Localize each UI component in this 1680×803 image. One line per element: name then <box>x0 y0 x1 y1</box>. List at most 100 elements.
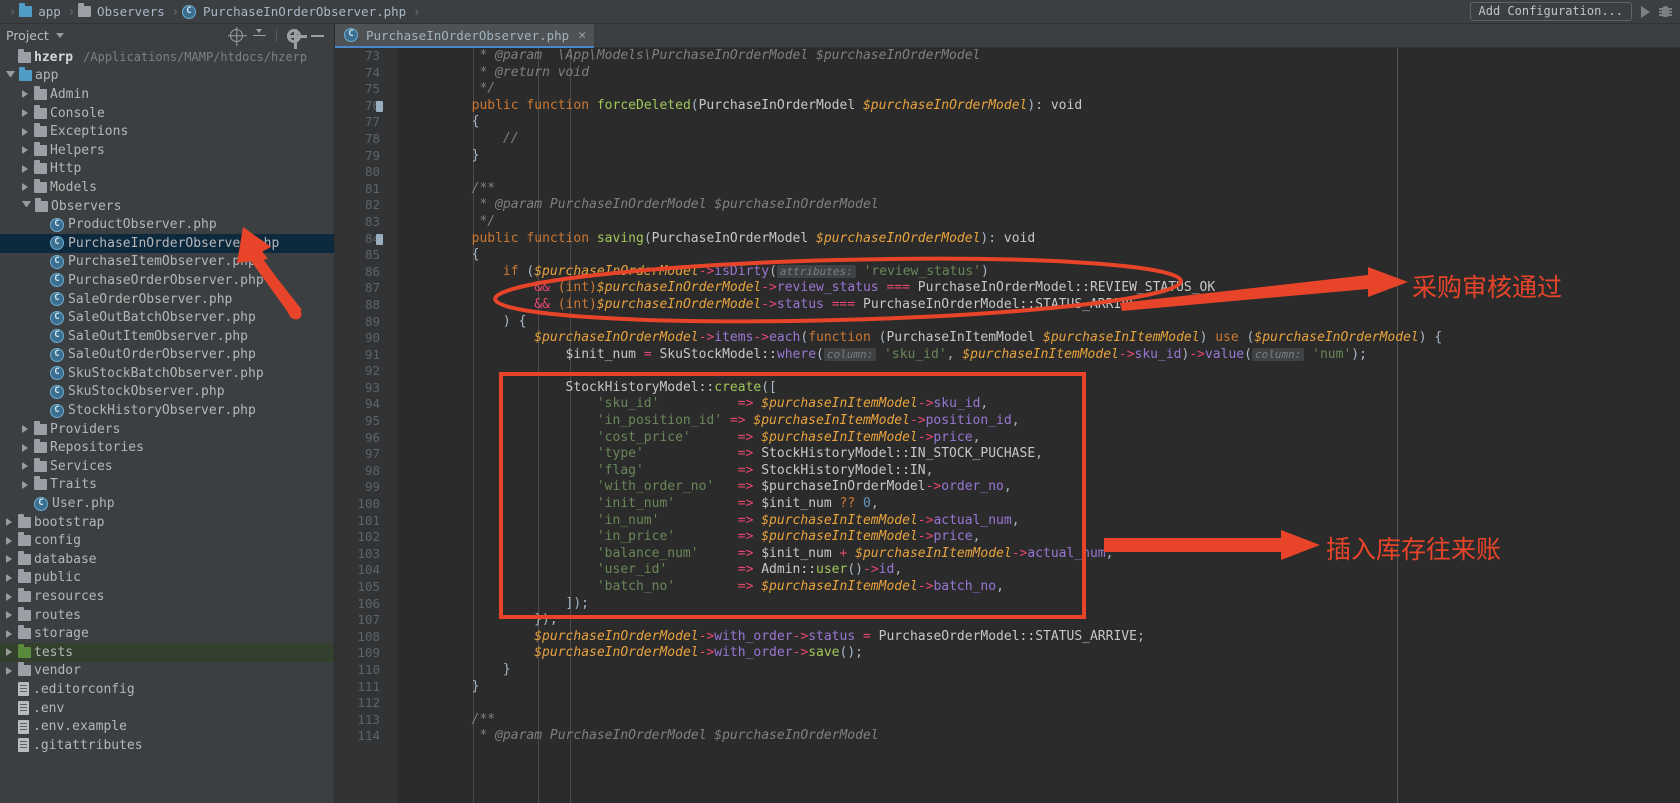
chevron-down-icon[interactable] <box>55 33 64 38</box>
tree-item-saleorderobserver-php[interactable]: C SaleOrderObserver.php <box>0 290 334 309</box>
tree-item-routes[interactable]: routes <box>0 606 334 625</box>
chevron-right-icon[interactable] <box>22 462 28 471</box>
gear-icon[interactable] <box>287 28 307 49</box>
chevron-right-icon[interactable] <box>6 592 12 601</box>
tree-item-purchaseitemobserver-php[interactable]: C PurchaseItemObserver.php <box>0 253 334 272</box>
tree-item-observers[interactable]: Observers <box>0 197 334 216</box>
code-line: 'sku_id' => $purchaseInItemModel->sku_id… <box>596 396 989 412</box>
tree-item-hzerp[interactable]: hzerp/Applications/MAMP/htdocs/hzerp <box>0 48 334 67</box>
chevron-right-icon[interactable] <box>22 146 28 155</box>
breadcrumb-item-file[interactable]: C PurchaseInOrderObserver.php <box>182 4 410 19</box>
tree-item-helpers[interactable]: Helpers <box>0 141 334 160</box>
close-icon[interactable]: ✕ <box>574 28 586 43</box>
tree-item-user-php[interactable]: C User.php <box>0 494 334 513</box>
code-line: && (int)$purchaseInOrderModel->review_st… <box>534 280 1216 296</box>
tree-item-editorconfig[interactable]: .editorconfig <box>0 680 334 699</box>
tree-item-exceptions[interactable]: Exceptions <box>0 122 334 141</box>
chevron-down-icon[interactable] <box>6 70 15 81</box>
chevron-right-icon[interactable] <box>22 164 28 173</box>
tree-item-env[interactable]: .env <box>0 699 334 718</box>
chevron-right-icon[interactable] <box>22 183 28 192</box>
tree-item-purchaseorderobserver-php[interactable]: C PurchaseOrderObserver.php <box>0 271 334 290</box>
chevron-right-icon[interactable] <box>22 127 28 136</box>
chevron-right-icon[interactable] <box>22 109 28 118</box>
project-panel-title[interactable]: Project <box>6 28 49 43</box>
tree-item-services[interactable]: Services <box>0 457 334 476</box>
chevron-right-icon[interactable] <box>6 536 12 545</box>
tab-purchaseinorderobserver[interactable]: C PurchaseInOrderObserver.php ✕ <box>335 24 595 48</box>
tree-item-admin[interactable]: Admin <box>0 85 334 104</box>
tree-item-env-example[interactable]: .env.example <box>0 717 334 736</box>
code-line: 'balance_num' => $init_num + $purchaseIn… <box>596 545 1114 561</box>
class-icon: C <box>50 273 64 288</box>
tree-item-saleoutorderobserver-php[interactable]: C SaleOutOrderObserver.php <box>0 346 334 365</box>
tree-item-bootstrap[interactable]: bootstrap <box>0 513 334 532</box>
chevron-right-icon[interactable] <box>6 555 12 564</box>
breadcrumb-label: app <box>38 4 61 19</box>
chevron-right-icon[interactable] <box>22 480 28 489</box>
override-gutter-marker[interactable] <box>376 233 383 245</box>
tree-item-skustockbatchobserver-php[interactable]: C SkuStockBatchObserver.php <box>0 364 334 383</box>
tree-item-label: database <box>34 551 97 567</box>
minimize-icon[interactable] <box>311 34 324 37</box>
breadcrumb-item-app[interactable]: app <box>19 3 65 19</box>
chevron-right-icon[interactable] <box>6 573 12 582</box>
tree-item-stockhistoryobserver-php[interactable]: C StockHistoryObserver.php <box>0 401 334 420</box>
code-line: } <box>409 147 480 163</box>
tab-label: PurchaseInOrderObserver.php <box>366 27 570 43</box>
chevron-right-icon[interactable] <box>22 425 28 434</box>
tree-item-saleoutbatchobserver-php[interactable]: C SaleOutBatchObserver.php <box>0 308 334 327</box>
tree-item-config[interactable]: config <box>0 531 334 550</box>
tree-item-app[interactable]: app <box>0 67 334 86</box>
tree-item-database[interactable]: database <box>0 550 334 569</box>
line-number: 95 <box>364 413 380 429</box>
debug-icon[interactable] <box>1659 5 1672 18</box>
tree-item-resources[interactable]: resources <box>0 587 334 606</box>
code-line: $init_num = SkuStockModel::where(column:… <box>565 346 1367 362</box>
class-icon: C <box>50 366 64 381</box>
code-line: 'init_num' => $init_num ?? 0, <box>596 496 879 512</box>
tree-item-productobserver-php[interactable]: C ProductObserver.php <box>0 215 334 234</box>
tree-item-label: PurchaseInOrderObserver.php <box>68 235 280 251</box>
run-icon[interactable] <box>1641 5 1650 18</box>
chevron-right-icon[interactable] <box>6 666 12 675</box>
fold-column[interactable] <box>388 48 398 803</box>
chevron-right-icon[interactable] <box>6 611 12 620</box>
tree-item-models[interactable]: Models <box>0 178 334 197</box>
tree-item-tests[interactable]: tests <box>0 643 334 662</box>
tree-item-public[interactable]: public <box>0 569 334 588</box>
chevron-right-icon[interactable] <box>6 518 12 527</box>
code-content[interactable]: * @param \App\Models\PurchaseInOrderMode… <box>398 48 1680 745</box>
chevron-right-icon[interactable] <box>22 90 28 99</box>
tree-item-label: SkuStockObserver.php <box>68 384 225 400</box>
tree-item-http[interactable]: Http <box>0 160 334 179</box>
tree-item-purchaseinorderobserver-php[interactable]: C PurchaseInOrderObserver.php <box>0 233 334 253</box>
chevron-right-icon[interactable] <box>6 629 12 638</box>
chevron-right-icon[interactable] <box>22 443 28 452</box>
override-gutter-marker[interactable] <box>376 100 383 112</box>
code-scroll-region[interactable]: * @param \App\Models\PurchaseInOrderMode… <box>398 48 1680 803</box>
line-number: 75 <box>364 81 380 97</box>
chevron-down-icon[interactable] <box>22 201 31 211</box>
tree-item-storage[interactable]: storage <box>0 624 334 643</box>
code-line: { <box>409 247 480 263</box>
tree-item-saleoutitemobserver-php[interactable]: C SaleOutItemObserver.php <box>0 327 334 346</box>
tree-item-console[interactable]: Console <box>0 104 334 123</box>
tree-item-vendor[interactable]: vendor <box>0 662 334 681</box>
tree-item-skustockobserver-php[interactable]: C SkuStockObserver.php <box>0 383 334 402</box>
chevron-right-icon[interactable] <box>6 648 12 657</box>
collapse-all-icon[interactable] <box>253 29 266 42</box>
tree-item-repositories[interactable]: Repositories <box>0 438 334 457</box>
folder-icon <box>18 662 31 677</box>
line-number: 90 <box>364 330 380 346</box>
breadcrumb-item-observers[interactable]: Observers <box>78 3 169 19</box>
locate-icon[interactable] <box>230 29 243 42</box>
line-number-gutter[interactable]: 73 74 75 76 77 78 79 80 81 82 83 84 85 86 87 88 89 90 91 92… <box>335 48 388 803</box>
tree-item-providers[interactable]: Providers <box>0 420 334 439</box>
tree-item-gitattributes[interactable]: .gitattributes <box>0 736 334 755</box>
breadcrumb-separator: › <box>413 4 421 19</box>
tree-item-traits[interactable]: Traits <box>0 476 334 495</box>
code-line: // <box>502 130 519 146</box>
add-configuration-button[interactable]: Add Configuration... <box>1469 2 1632 21</box>
class-icon: C <box>50 347 64 362</box>
